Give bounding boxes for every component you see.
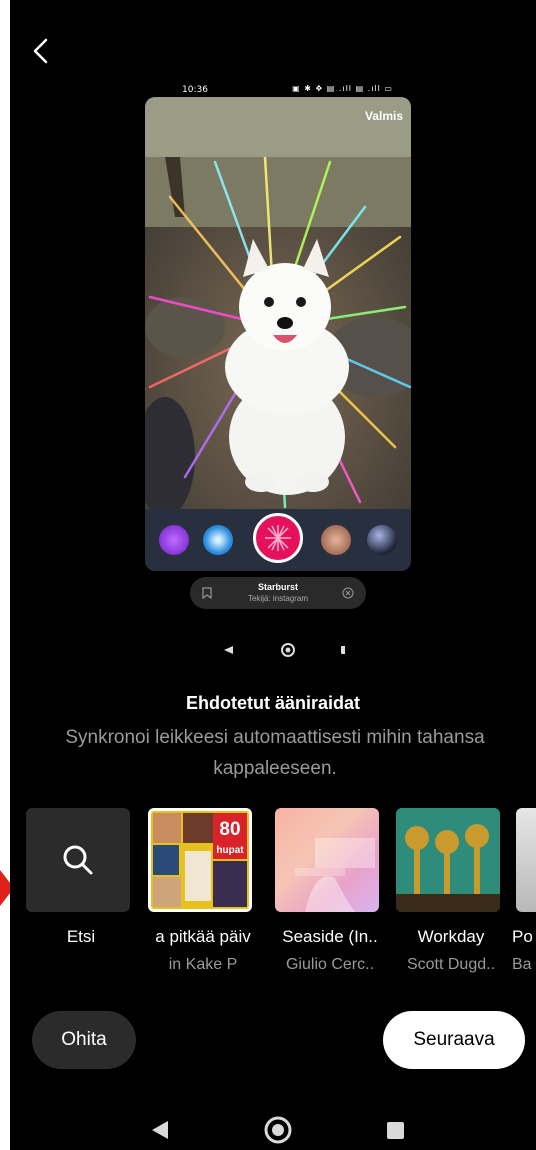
track-title: Po: [512, 927, 533, 946]
track-artist: Scott Dugd..: [406, 956, 496, 973]
system-back-icon: [152, 1121, 168, 1139]
album-cover: [396, 808, 500, 912]
chevron-left-icon: [33, 38, 48, 64]
track-item[interactable]: Workday Scott Dugd..: [396, 808, 504, 973]
album-small-text: hupat: [216, 845, 244, 856]
effect-purple[interactable]: [159, 525, 189, 555]
track-title: a pitkää päiv: [155, 927, 251, 946]
system-recents-icon: [387, 1122, 404, 1139]
effect-portrait[interactable]: [321, 525, 351, 555]
track-artist: Ba: [512, 956, 532, 973]
track-title: Etsi: [66, 927, 96, 946]
page-subtitle: Synkronoi leikkeesi automaattisesti mihi…: [65, 727, 485, 779]
effect-blue-sparkle[interactable]: [203, 525, 233, 555]
preview-status-bar: 10:36 ▣ ✱ ✥ ▤ .ıll ▤ .ıll ▭: [145, 82, 411, 98]
filter-name: Starburst: [257, 582, 298, 592]
preview-status-icons: ▣ ✱ ✥ ▤ .ıll ▤ .ıll ▭: [292, 84, 393, 93]
search-tile[interactable]: [26, 808, 130, 912]
search-icon: [63, 845, 93, 875]
trophies-illustration: [396, 808, 500, 912]
track-item[interactable]: Po Ba: [512, 808, 536, 973]
effect-starburst-selected[interactable]: [253, 513, 303, 563]
album-cover: [275, 808, 379, 912]
starburst-photo-illustration: [145, 157, 411, 509]
preview-time: 10:36: [182, 85, 208, 95]
page-title: Ehdotetut ääniraidat: [185, 693, 360, 713]
system-nav-bar: [10, 1110, 536, 1150]
close-icon[interactable]: [342, 587, 354, 599]
album-art-illustration: [295, 838, 375, 912]
album-big-text: 80: [219, 819, 240, 840]
effect-sphere[interactable]: [367, 525, 397, 555]
preview-header: Valmis: [145, 97, 411, 157]
preview-nav-bar: [215, 641, 349, 659]
dog-photo: [145, 157, 411, 509]
track-artist: Giulio Cerc..: [285, 956, 375, 973]
track-item[interactable]: 80 hupat a pitkää päiv in Kake P: [148, 808, 256, 973]
video-preview[interactable]: Valmis: [145, 97, 411, 571]
back-button[interactable]: [24, 34, 58, 68]
album-collage-illustration: 80 hupat: [151, 811, 249, 909]
next-button[interactable]: Seuraava: [383, 1011, 525, 1069]
search-track[interactable]: Etsi: [26, 808, 134, 946]
filter-author: Tekijä: instagram: [247, 594, 309, 603]
screen: 10:36 ▣ ✱ ✥ ▤ .ıll ▤ .ıll ▭ Valmis Starb…: [10, 0, 536, 1150]
track-artist: in Kake P: [168, 956, 238, 973]
starburst-icon: [265, 525, 291, 551]
done-button[interactable]: Valmis: [365, 109, 403, 123]
track-title: Seaside (In..: [282, 927, 378, 946]
track-item[interactable]: Seaside (In.. Giulio Cerc..: [275, 808, 383, 973]
effects-carousel: [145, 509, 411, 571]
filter-info-pill: Starburst Tekijä: instagram: [190, 577, 366, 609]
skip-button[interactable]: Ohita: [32, 1011, 136, 1069]
track-title: Workday: [417, 927, 485, 946]
suggested-tracks-list: Etsi 80 hupat a pitkää päiv in Kake P Se…: [10, 808, 536, 978]
album-cover: [516, 808, 536, 912]
preview-recents-icon: [341, 646, 349, 654]
album-cover: 80 hupat: [148, 808, 252, 912]
preview-back-icon: [224, 646, 233, 654]
